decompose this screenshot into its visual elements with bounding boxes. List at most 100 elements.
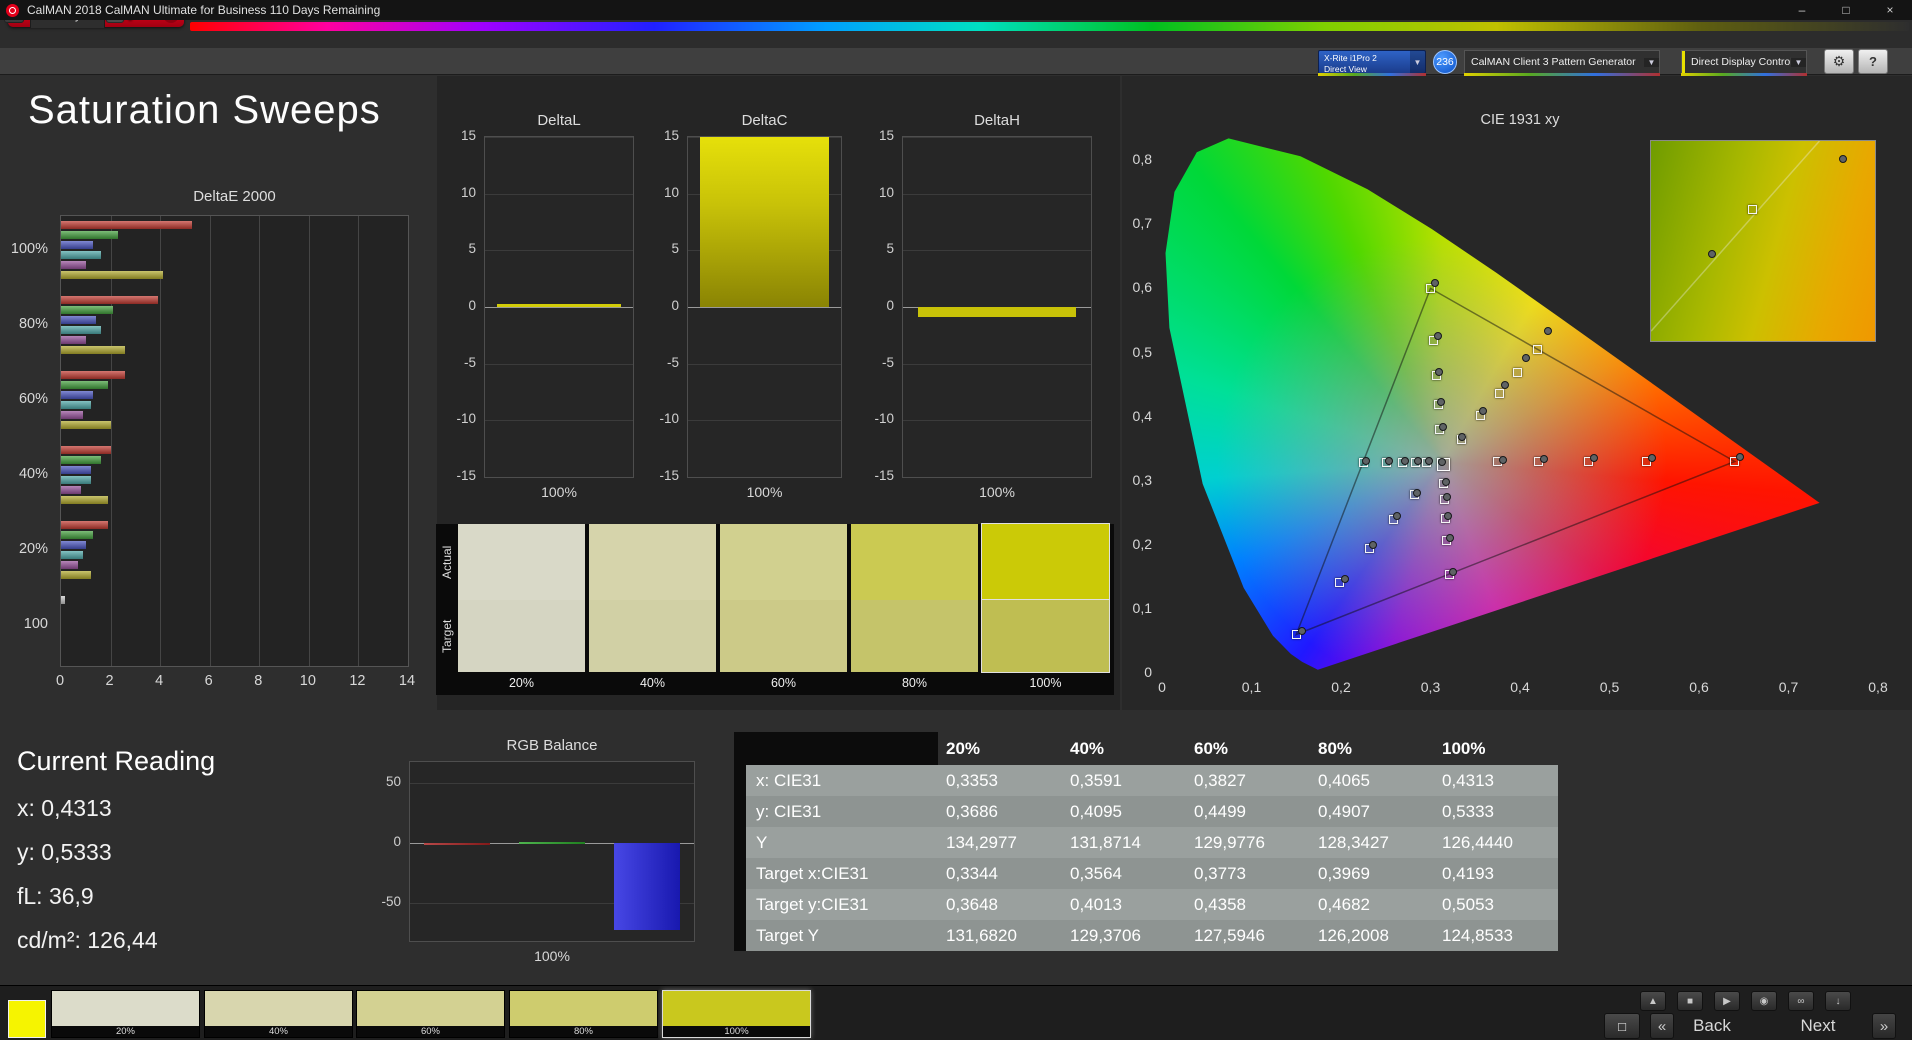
maximize-button[interactable]: □ xyxy=(1824,0,1868,20)
bottom-swatch-20%[interactable]: 20% xyxy=(51,990,200,1038)
cie-measured-cyan xyxy=(1424,457,1433,466)
mini-axis-label: -15 xyxy=(874,468,894,483)
table-cell: 0,3686 xyxy=(946,801,998,821)
help-button[interactable]: ? xyxy=(1858,49,1888,74)
deltae-bar-green xyxy=(61,306,114,314)
cie-measured-yellow xyxy=(1479,406,1488,415)
bottom-swatch-60%[interactable]: 60% xyxy=(356,990,505,1038)
swatch-color xyxy=(357,991,504,1026)
current-reading-cdm2: cd/m²: 126,44 xyxy=(17,927,158,953)
transport-buttons: ▲ ■ ▶ ◉ ∞ ↓ xyxy=(1640,991,1851,1011)
table-cell: 129,9776 xyxy=(1194,832,1265,852)
rgb-plot xyxy=(409,761,695,942)
meter-dropdown[interactable]: X-Rite i1Pro 2 Direct View ▼ xyxy=(1318,50,1426,76)
swatch-label: 20% xyxy=(52,1026,199,1037)
meter-label: X-Rite i1Pro 2 Direct View xyxy=(1324,53,1377,74)
deltae-bar-green xyxy=(61,231,118,239)
table-cell: 131,8714 xyxy=(1070,832,1141,852)
bottom-swatch-80%[interactable]: 80% xyxy=(509,990,658,1038)
cie-axis-label: 0,2 xyxy=(1132,535,1152,552)
back-chevron-button[interactable]: « xyxy=(1650,1013,1674,1039)
deltae-bar-magenta xyxy=(61,336,86,344)
deltae-bar-red xyxy=(61,521,109,529)
bottom-swatch-100%[interactable]: 100% xyxy=(662,990,811,1038)
swatch-row-actual: Actual xyxy=(440,545,454,579)
table-cell: 0,3353 xyxy=(946,770,998,790)
mini-gridline xyxy=(485,193,633,195)
mini-gridline xyxy=(485,363,633,365)
table-cell: 0,4013 xyxy=(1070,894,1122,914)
next-button[interactable]: Next xyxy=(1782,1013,1854,1039)
table-cell: 0,3344 xyxy=(946,863,998,883)
save-button[interactable]: ↓ xyxy=(1825,991,1851,1011)
mini-axis-label: 10 xyxy=(663,184,679,200)
cie-axis-label: 0,8 xyxy=(1132,151,1152,168)
cie-measured-blue xyxy=(1413,488,1422,497)
table-left-strip xyxy=(734,732,746,951)
inset-marker-0 xyxy=(1838,154,1847,163)
cie-axis-label: 0 xyxy=(1158,679,1166,695)
minimize-button[interactable]: – xyxy=(1780,0,1824,20)
deltae-bar-yellow xyxy=(61,571,91,579)
pattern-window-button[interactable]: □ xyxy=(1604,1013,1640,1039)
stop-button[interactable]: ■ xyxy=(1677,991,1703,1011)
cie-measured-red xyxy=(1498,455,1507,464)
table-header-cell xyxy=(746,732,938,765)
deltae-gridline xyxy=(308,216,310,666)
measurement-table: 20% 40% 60% 80% 100% x: CIE31 0,3353 0,3591 0,3… xyxy=(734,732,1558,951)
table-cell: 0,4907 xyxy=(1318,801,1370,821)
deltae-chart-title: DeltaE 2000 xyxy=(193,188,276,205)
mini-gridline xyxy=(485,307,633,308)
delta-value-bar xyxy=(918,307,1076,318)
table-cell: 0,3591 xyxy=(1070,770,1122,790)
mini-axis-label: -5 xyxy=(463,354,476,370)
table-cell: 0,5333 xyxy=(1442,801,1494,821)
bottom-swatch-40%[interactable]: 40% xyxy=(204,990,353,1038)
current-reading-title: Current Reading xyxy=(17,746,216,776)
back-button[interactable]: Back xyxy=(1676,1013,1748,1039)
deltae-axis-label: 6 xyxy=(204,673,213,689)
mini-gridline xyxy=(688,477,841,478)
cie-target-yellow xyxy=(1495,389,1505,399)
display-control-dropdown[interactable]: Direct Display Control ▼ xyxy=(1681,50,1807,76)
eject-button[interactable]: ▲ xyxy=(1640,991,1666,1011)
swatch-strip-label: 20% xyxy=(508,676,535,690)
deltae-axis-label: 100 xyxy=(23,615,48,632)
settings-button[interactable]: ⚙ xyxy=(1824,49,1854,74)
table-cell: 0,4065 xyxy=(1318,770,1370,790)
delta-l-chart: DeltaL 15 10 5 0 -5 -10 -15 100% xyxy=(440,112,634,500)
rgb-axis-label: 50 xyxy=(385,774,401,790)
table-header-cell: 20% xyxy=(946,738,981,758)
pattern-generator-dropdown[interactable]: CalMAN Client 3 Pattern Generator ▼ xyxy=(1464,50,1660,76)
deltae-axis-label: 0 xyxy=(55,673,65,689)
table-row-label: x: CIE31 xyxy=(756,770,822,790)
mini-axis-label: 0 xyxy=(671,298,679,313)
next-chevron-button[interactable]: » xyxy=(1872,1013,1896,1039)
close-button[interactable]: × xyxy=(1868,0,1912,20)
deltae-axis-label: 12 xyxy=(349,673,366,689)
play-button[interactable]: ▶ xyxy=(1714,991,1740,1011)
delta-c-ylabels: 15 10 5 0 -5 -10 -15 xyxy=(643,128,687,483)
deltae-axis-label: 80% xyxy=(18,315,48,332)
reading-count-badge[interactable]: 236 xyxy=(1433,50,1457,74)
cie-xlabels: 0 0,1 0,2 0,3 0,4 0,5 0,6 0,7 0,8 xyxy=(1158,679,1888,699)
swatch-target-100% xyxy=(981,599,1110,673)
mini-axis-label: -10 xyxy=(659,411,679,427)
cie-axis-label: 0,7 xyxy=(1778,679,1799,695)
delta-l-plot xyxy=(484,136,634,478)
table-header-cell: 100% xyxy=(1442,738,1486,758)
delta-c-plot xyxy=(687,136,842,478)
table-cell: 131,6820 xyxy=(946,925,1017,945)
table-cell: 0,3648 xyxy=(946,894,998,914)
deltae-gridline xyxy=(259,216,261,666)
deltae-bar-cyan xyxy=(61,476,91,484)
deltae-bar-green xyxy=(61,381,109,389)
deltae-bar-yellow xyxy=(61,421,111,429)
color-checker-chip[interactable] xyxy=(8,1000,46,1038)
mini-gridline xyxy=(903,250,1091,252)
deltae-axis-label: 100% xyxy=(10,240,48,257)
record-button[interactable]: ◉ xyxy=(1751,991,1777,1011)
table-row-label: y: CIE31 xyxy=(756,801,822,821)
table-cell: 0,4193 xyxy=(1442,863,1494,883)
loop-button[interactable]: ∞ xyxy=(1788,991,1814,1011)
